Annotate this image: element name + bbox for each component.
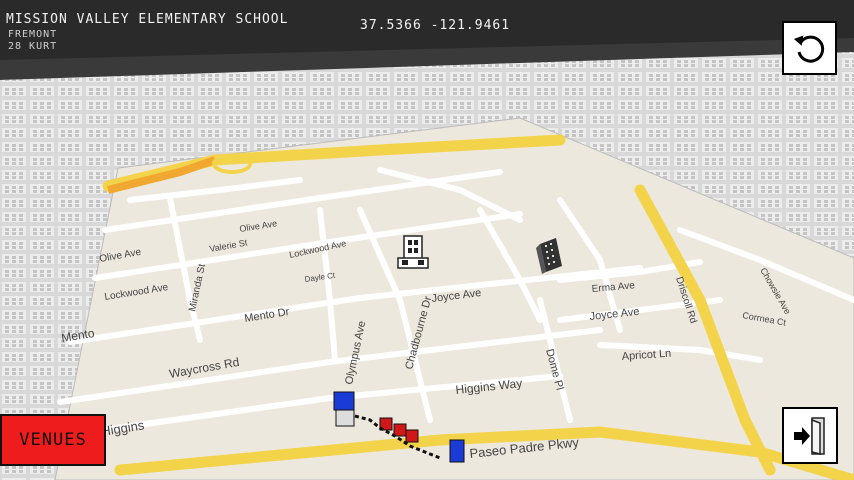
exit-button[interactable] bbox=[782, 407, 838, 464]
3d-map-scene[interactable]: Mento Mento Dr Olive Ave Olive Ave Lockw… bbox=[0, 0, 854, 480]
zip-label: 28 KURT bbox=[8, 41, 58, 52]
city-label: FREMONT bbox=[8, 29, 58, 40]
back-button[interactable] bbox=[782, 21, 837, 75]
venues-button[interactable]: VENUES bbox=[0, 414, 106, 466]
exit-door-icon bbox=[794, 416, 825, 455]
rotate-back-icon bbox=[793, 35, 824, 63]
venue-name: MISSION VALLEY ELEMENTARY SCHOOL bbox=[6, 12, 289, 27]
coordinates-readout: 37.5366 -121.9461 bbox=[360, 18, 511, 33]
